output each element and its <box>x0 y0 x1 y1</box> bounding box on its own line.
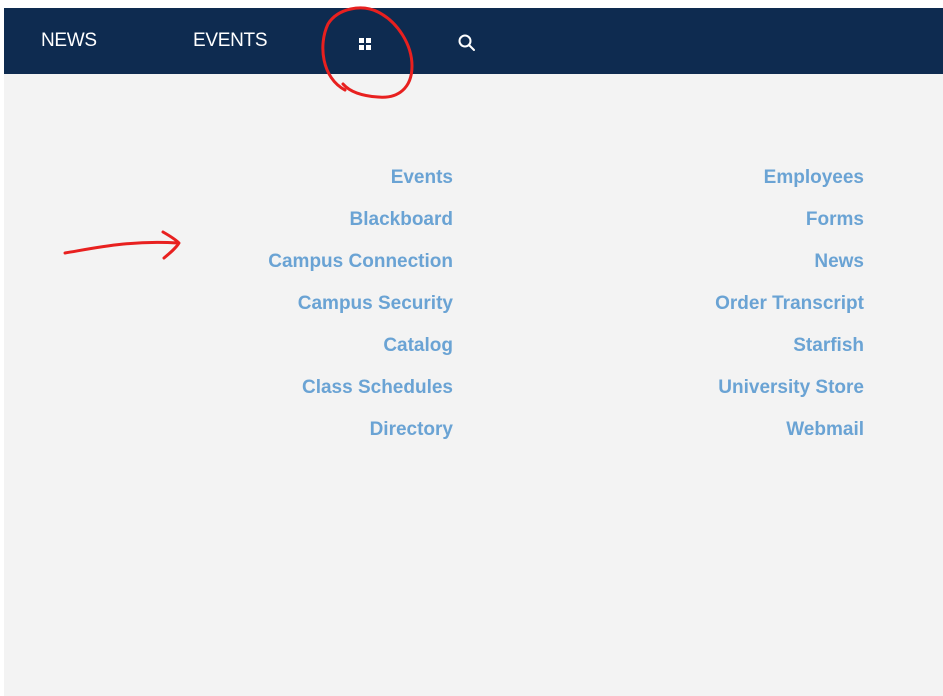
link-employees[interactable]: Employees <box>715 157 864 199</box>
grid-dots-icon[interactable] <box>358 37 372 51</box>
nav-events-link[interactable]: EVENTS <box>193 30 268 52</box>
link-order-transcript[interactable]: Order Transcript <box>715 283 864 325</box>
link-catalog[interactable]: Catalog <box>268 325 453 367</box>
page-container: NEWS EVENTS Events Blackboard Campus Con… <box>4 8 943 696</box>
link-news[interactable]: News <box>715 241 864 283</box>
link-webmail[interactable]: Webmail <box>715 409 864 451</box>
nav-news-link[interactable]: NEWS <box>41 30 97 52</box>
link-directory[interactable]: Directory <box>268 409 453 451</box>
link-class-schedules[interactable]: Class Schedules <box>268 367 453 409</box>
top-navigation-bar: NEWS EVENTS <box>4 8 943 74</box>
quick-links-right-column: Employees Forms News Order Transcript St… <box>715 157 864 451</box>
link-campus-connection[interactable]: Campus Connection <box>268 241 453 283</box>
link-events[interactable]: Events <box>268 157 453 199</box>
quick-links-left-column: Events Blackboard Campus Connection Camp… <box>268 157 453 451</box>
link-blackboard[interactable]: Blackboard <box>268 199 453 241</box>
link-university-store[interactable]: University Store <box>715 367 864 409</box>
link-campus-security[interactable]: Campus Security <box>268 283 453 325</box>
link-starfish[interactable]: Starfish <box>715 325 864 367</box>
search-icon[interactable] <box>456 32 478 54</box>
link-forms[interactable]: Forms <box>715 199 864 241</box>
